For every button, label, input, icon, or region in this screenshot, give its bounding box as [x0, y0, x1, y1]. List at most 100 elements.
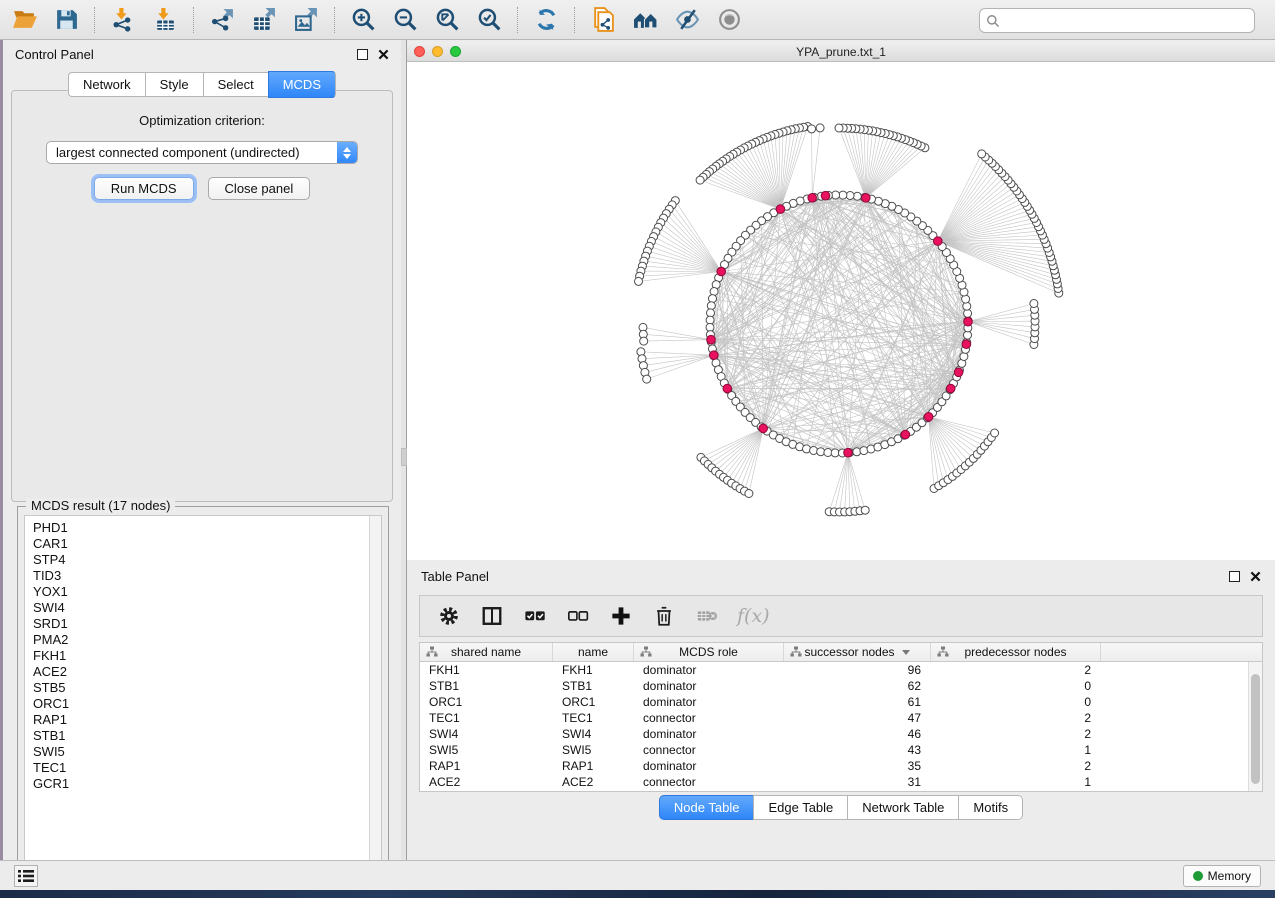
table-cell: SWI5 — [553, 743, 634, 757]
mcds-result-list[interactable]: PHD1CAR1STP4TID3YOX1SWI4SRD1PMA2FKH1ACE2… — [24, 515, 382, 871]
mcds-result-item[interactable]: SRD1 — [33, 616, 381, 632]
show-labels-icon[interactable] — [715, 6, 743, 34]
optimization-criterion-dropdown[interactable]: largest connected component (undirected) — [46, 141, 358, 164]
close-panel-button[interactable]: Close panel — [208, 177, 311, 200]
tab-network[interactable]: Network — [68, 72, 145, 97]
mcds-result-item[interactable]: CAR1 — [33, 536, 381, 552]
import-table-icon[interactable] — [151, 6, 179, 34]
close-panel-icon[interactable] — [378, 49, 389, 60]
search-input[interactable] — [1000, 11, 1248, 31]
tab-network-table[interactable]: Network Table — [847, 795, 958, 820]
table-cell: RAP1 — [553, 759, 634, 773]
sort-indicator-icon — [902, 650, 910, 655]
table-cell: SWI4 — [553, 727, 634, 741]
network-graph[interactable] — [407, 62, 1275, 559]
tab-mcds[interactable]: MCDS — [268, 71, 336, 98]
zoom-fit-icon[interactable] — [433, 6, 461, 34]
table-cell: 2 — [931, 663, 1101, 677]
table-cell: SWI5 — [420, 743, 553, 757]
delete-column-icon[interactable] — [651, 603, 677, 629]
mcds-result-item[interactable]: YOX1 — [33, 584, 381, 600]
memory-button[interactable]: Memory — [1183, 865, 1261, 887]
table-cell: 2 — [931, 759, 1101, 773]
mcds-result-item[interactable]: RAP1 — [33, 712, 381, 728]
table-cell: 2 — [931, 727, 1101, 741]
float-table-panel-icon[interactable] — [1229, 571, 1240, 582]
mcds-result-item[interactable]: SWI5 — [33, 744, 381, 760]
column-header-successor-nodes[interactable]: successor nodes — [784, 643, 931, 661]
mcds-result-item[interactable]: ORC1 — [33, 696, 381, 712]
zoom-out-icon[interactable] — [391, 6, 419, 34]
table-row[interactable]: TEC1TEC1connector472 — [420, 710, 1248, 726]
table-row[interactable]: FKH1FKH1dominator962 — [420, 662, 1248, 678]
task-history-button[interactable] — [14, 865, 38, 887]
table-body[interactable]: FKH1FKH1dominator962STB1STB1dominator620… — [420, 662, 1248, 791]
network-canvas[interactable] — [407, 62, 1275, 559]
table-row[interactable]: RAP1RAP1dominator352 — [420, 758, 1248, 774]
function-builder-icon[interactable]: f(x) — [737, 605, 770, 627]
close-table-panel-icon[interactable] — [1250, 571, 1261, 582]
clone-network-icon[interactable] — [589, 6, 617, 34]
export-image-icon[interactable] — [292, 6, 320, 34]
mcds-result-item[interactable]: STP4 — [33, 552, 381, 568]
hide-labels-icon[interactable] — [673, 6, 701, 34]
mcds-result-item[interactable]: FKH1 — [33, 648, 381, 664]
node-table: shared namenameMCDS rolesuccessor nodesp… — [419, 642, 1263, 792]
table-cell: ACE2 — [553, 775, 634, 789]
mcds-result-item[interactable]: GCR1 — [33, 776, 381, 792]
export-network-icon[interactable] — [208, 6, 236, 34]
refresh-icon[interactable] — [532, 6, 560, 34]
table-cell: dominator — [634, 695, 784, 709]
search-field[interactable] — [979, 8, 1255, 33]
mcds-result-scrollbar[interactable] — [369, 516, 381, 870]
export-table-icon[interactable] — [250, 6, 278, 34]
mcds-tab-content: Optimization criterion: largest connecte… — [11, 90, 393, 502]
column-header-MCDS-role[interactable]: MCDS role — [634, 643, 784, 661]
table-cell: SWI4 — [420, 727, 553, 741]
table-cell: 1 — [931, 775, 1101, 789]
tab-edge-table[interactable]: Edge Table — [753, 795, 847, 820]
tab-style[interactable]: Style — [145, 72, 203, 97]
table-row[interactable]: YOX1YOX1connector291 — [420, 790, 1248, 791]
column-header-filler — [1101, 643, 1262, 661]
mcds-result-item[interactable]: TID3 — [33, 568, 381, 584]
table-scrollbar-thumb[interactable] — [1251, 674, 1260, 784]
open-folder-icon[interactable] — [10, 6, 38, 34]
deselect-columns-icon[interactable] — [565, 603, 591, 629]
table-row[interactable]: ACE2ACE2connector311 — [420, 774, 1248, 790]
add-column-icon[interactable] — [608, 603, 634, 629]
mcds-result-item[interactable]: STB1 — [33, 728, 381, 744]
table-cell: connector — [634, 743, 784, 757]
network-window-titlebar[interactable]: YPA_prune.txt_1 — [407, 42, 1275, 62]
gear-icon[interactable] — [436, 603, 462, 629]
column-header-shared-name[interactable]: shared name — [420, 643, 553, 661]
run-mcds-button[interactable]: Run MCDS — [94, 177, 194, 200]
table-row[interactable]: STB1STB1dominator620 — [420, 678, 1248, 694]
mcds-result-item[interactable]: STB5 — [33, 680, 381, 696]
tab-motifs[interactable]: Motifs — [958, 795, 1023, 820]
table-row[interactable]: ORC1ORC1dominator610 — [420, 694, 1248, 710]
mcds-result-item[interactable]: PMA2 — [33, 632, 381, 648]
show-all-networks-icon[interactable] — [631, 6, 659, 34]
tab-node-table[interactable]: Node Table — [659, 795, 754, 820]
mcds-result-item[interactable]: PHD1 — [33, 520, 381, 536]
table-scrollbar[interactable] — [1248, 662, 1262, 791]
select-columns-icon[interactable] — [522, 603, 548, 629]
mcds-result-item[interactable]: TEC1 — [33, 760, 381, 776]
save-icon[interactable] — [52, 6, 80, 34]
table-cell: STB1 — [553, 679, 634, 693]
import-network-icon[interactable] — [109, 6, 137, 34]
zoom-in-icon[interactable] — [349, 6, 377, 34]
dropdown-stepper-icon — [337, 141, 357, 164]
column-header-name[interactable]: name — [553, 643, 634, 661]
table-row[interactable]: SWI4SWI4dominator462 — [420, 726, 1248, 742]
delete-table-icon[interactable] — [694, 603, 720, 629]
table-row[interactable]: SWI5SWI5connector431 — [420, 742, 1248, 758]
float-panel-icon[interactable] — [357, 49, 368, 60]
mcds-result-item[interactable]: ACE2 — [33, 664, 381, 680]
column-header-predecessor-nodes[interactable]: predecessor nodes — [931, 643, 1101, 661]
mcds-result-item[interactable]: SWI4 — [33, 600, 381, 616]
split-columns-icon[interactable] — [479, 603, 505, 629]
zoom-selected-icon[interactable] — [475, 6, 503, 34]
tab-select[interactable]: Select — [203, 72, 268, 97]
